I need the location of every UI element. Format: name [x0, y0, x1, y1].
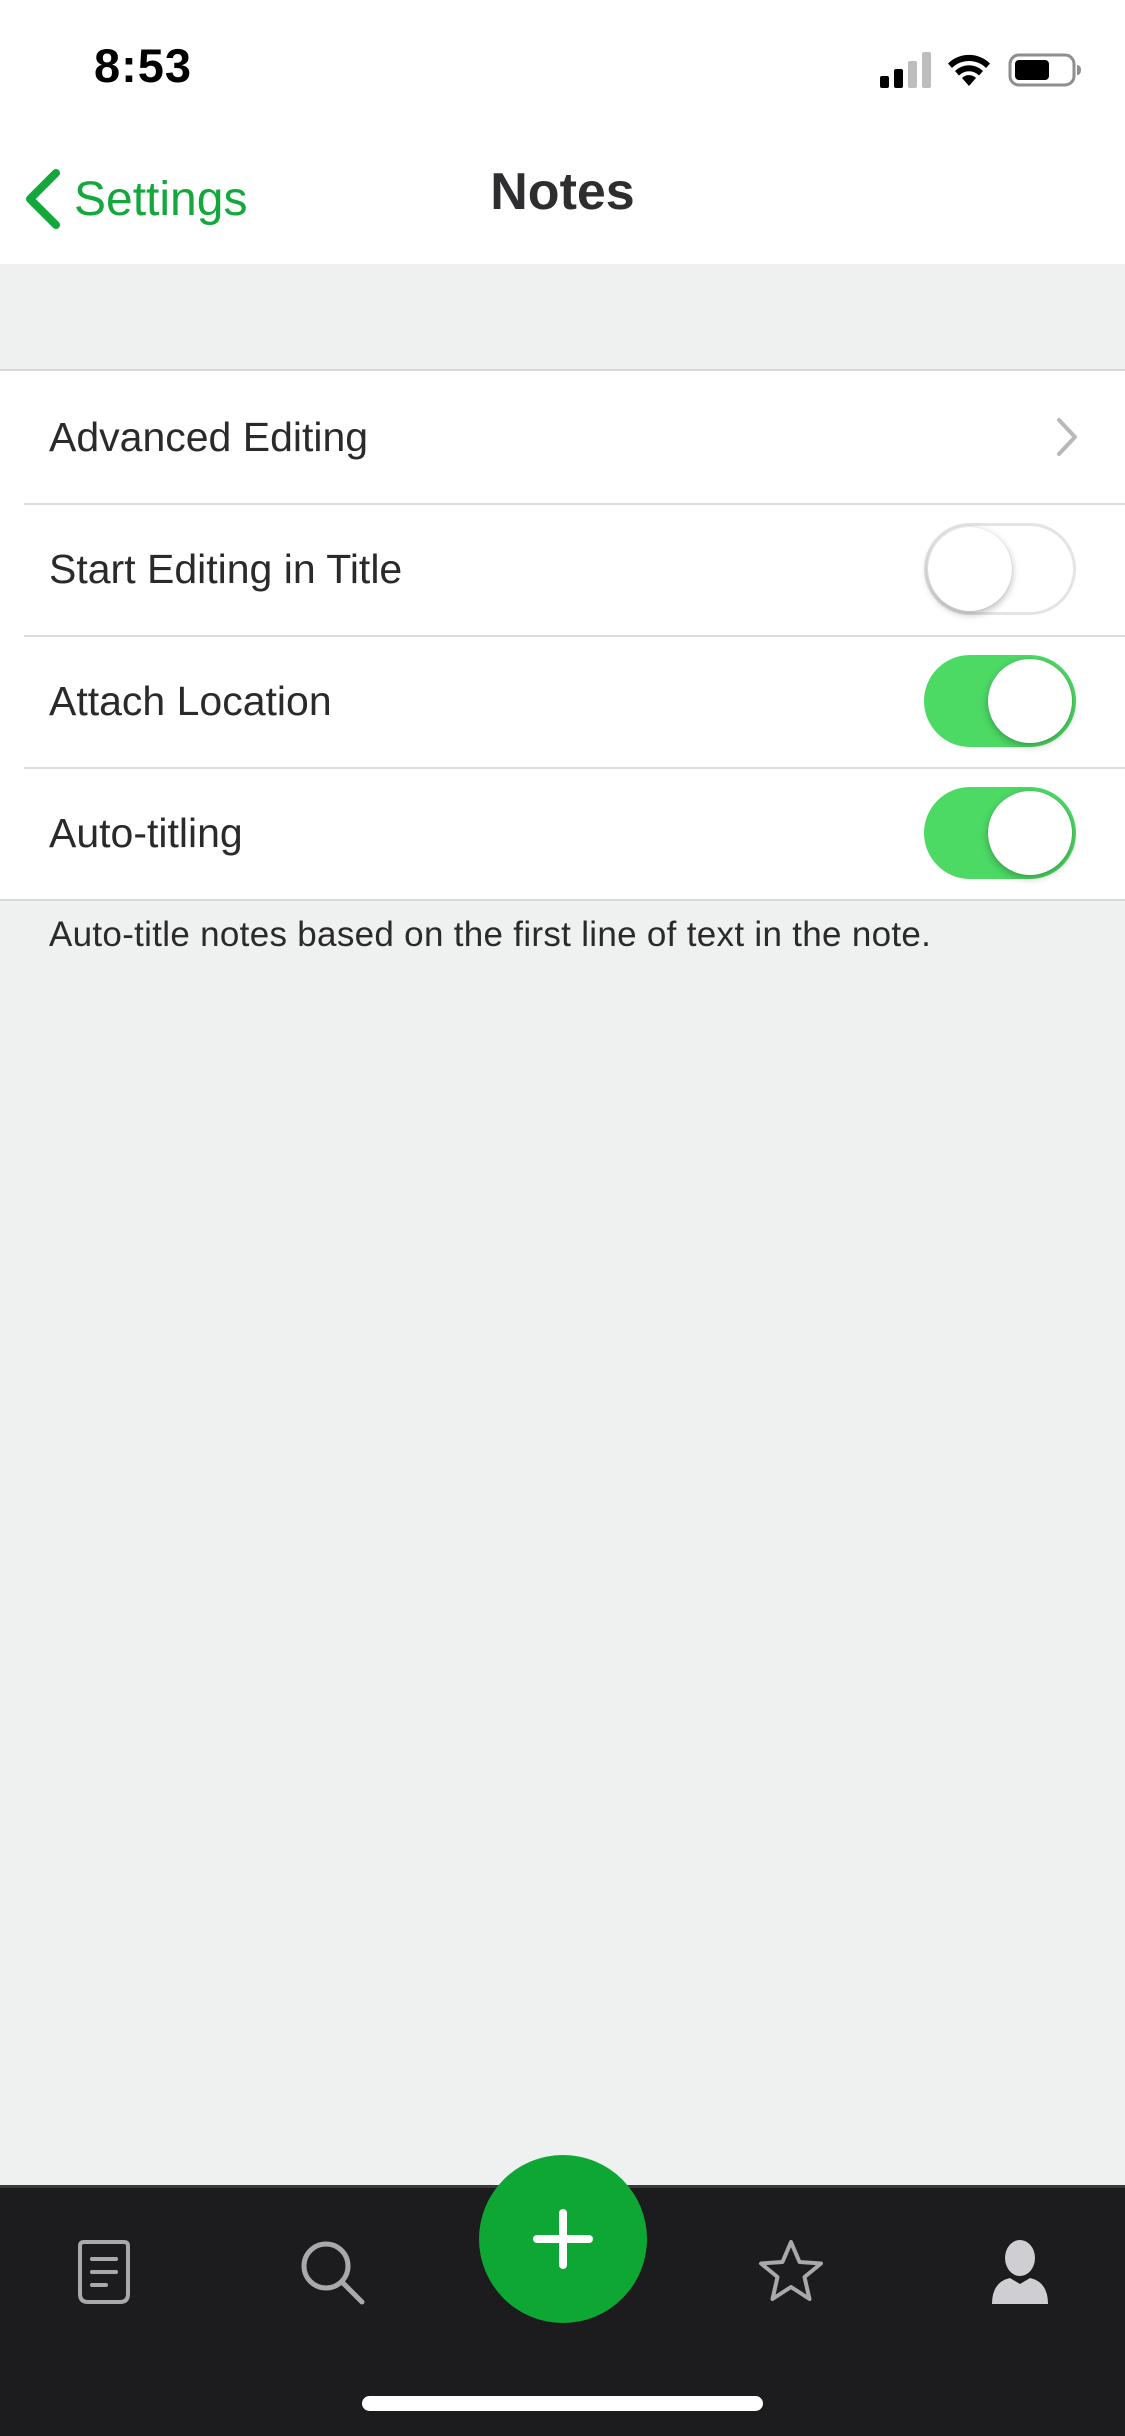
- start-editing-in-title-toggle[interactable]: [924, 523, 1076, 615]
- page-title: Notes: [490, 163, 635, 221]
- auto-titling-row: Auto-titling: [0, 767, 1125, 899]
- status-time: 8:53: [94, 39, 193, 92]
- attach-location-toggle[interactable]: [924, 655, 1076, 747]
- start-editing-in-title-row: Start Editing in Title: [0, 503, 1125, 635]
- auto-titling-description: Auto-title notes based on the first line…: [49, 915, 932, 954]
- toggle-knob: [988, 659, 1072, 743]
- cellular-signal-icon: [880, 52, 931, 88]
- notes-icon[interactable]: [66, 2232, 146, 2312]
- plus-icon: [533, 2209, 593, 2269]
- home-indicator: [362, 2396, 763, 2411]
- navigation-bar: Settings Notes: [0, 132, 1125, 264]
- account-person-icon[interactable]: [980, 2232, 1060, 2312]
- toggle-knob: [928, 527, 1012, 611]
- new-note-button[interactable]: [479, 2155, 647, 2323]
- advanced-editing-row[interactable]: Advanced Editing: [0, 371, 1125, 503]
- toggle-knob: [988, 791, 1072, 875]
- settings-list: Advanced Editing Start Editing in Title …: [0, 369, 1125, 901]
- shortcuts-star-icon[interactable]: [751, 2232, 831, 2312]
- chevron-right-icon: [1057, 418, 1077, 456]
- battery-icon: [1008, 53, 1081, 87]
- auto-titling-toggle[interactable]: [924, 787, 1076, 879]
- status-bar: 8:53: [0, 0, 1125, 132]
- search-icon[interactable]: [292, 2232, 372, 2312]
- advanced-editing-label: Advanced Editing: [49, 413, 369, 460]
- start-editing-in-title-label: Start Editing in Title: [49, 545, 403, 592]
- wifi-icon: [948, 54, 990, 86]
- auto-titling-label: Auto-titling: [49, 809, 243, 856]
- attach-location-row: Attach Location: [0, 635, 1125, 767]
- notes-settings-screen: 8:53 Settings Notes Advanced Editing Sta…: [0, 0, 1125, 2436]
- attach-location-label: Attach Location: [49, 677, 332, 724]
